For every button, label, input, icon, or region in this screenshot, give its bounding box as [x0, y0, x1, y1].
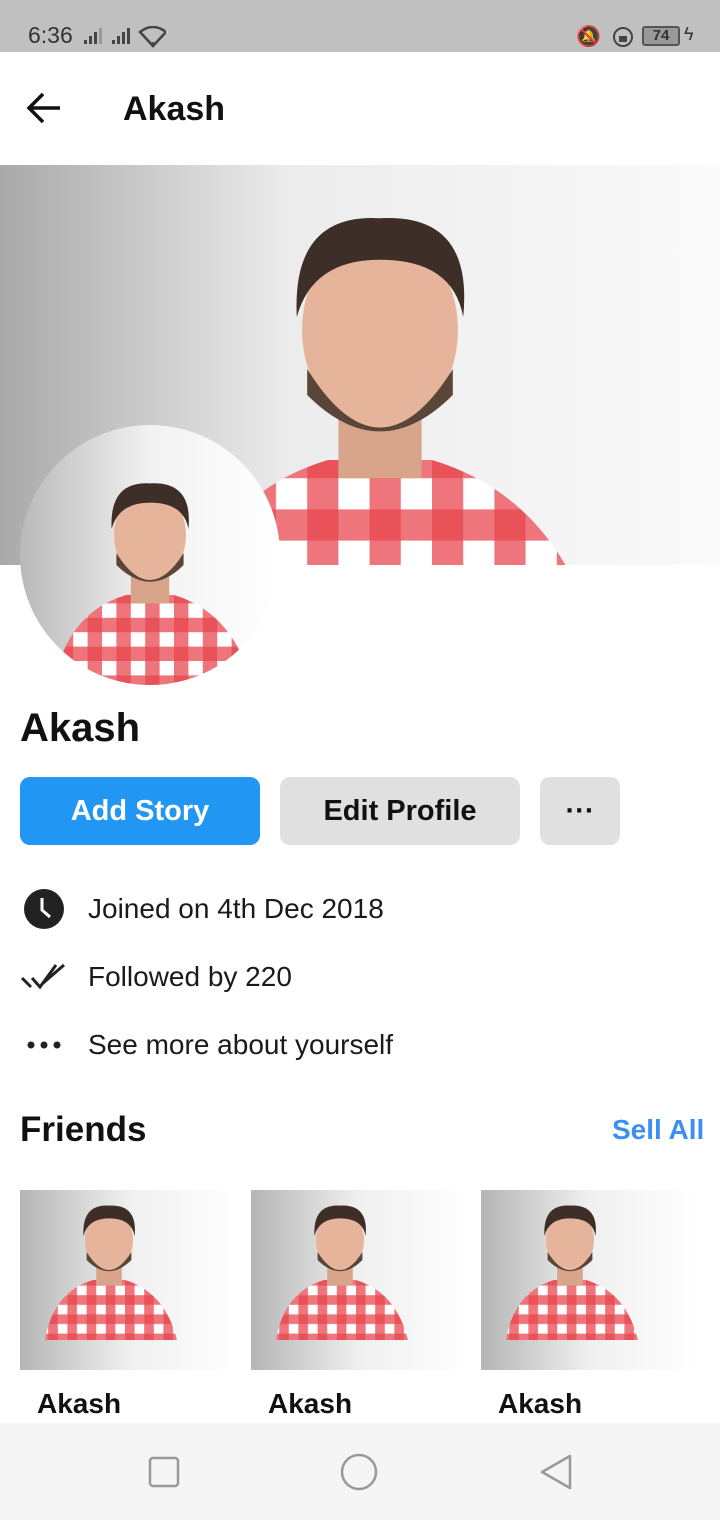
clock-icon [20, 885, 68, 933]
system-nav-bar [0, 1423, 720, 1520]
friend-photo [481, 1190, 699, 1370]
more-options-button[interactable]: ··· [540, 777, 620, 845]
charging-icon: ϟ [684, 24, 694, 44]
friend-name: Akash [37, 1388, 122, 1419]
info-text: Joined on 4th Dec 2018 [88, 893, 384, 924]
page-title: Akash [123, 90, 226, 128]
status-bar: 6:36 🔕 74 ϟ [0, 0, 720, 52]
double-check-icon [20, 953, 68, 1001]
info-text: Followed by 220 [88, 961, 292, 992]
app-header: Akash [0, 52, 720, 165]
avatar[interactable] [20, 425, 280, 685]
info-text[interactable]: See more about yourself [88, 1029, 393, 1061]
friend-card[interactable]: Akash [251, 1190, 469, 1423]
friend-photo [20, 1190, 238, 1370]
add-story-button[interactable]: Add Story [20, 777, 260, 845]
edit-profile-button[interactable]: Edit Profile [280, 777, 520, 845]
see-all-friends-link[interactable]: Sell All [612, 1114, 704, 1146]
rotation-lock-icon [613, 27, 633, 47]
more-horizontal-icon [20, 1021, 68, 1069]
home-circle-icon[interactable] [340, 1453, 378, 1491]
vibrate-icon: 🔕 [576, 26, 601, 48]
friend-name: Akash [268, 1388, 353, 1419]
signal-wifi-icons [84, 26, 166, 48]
back-triangle-icon[interactable] [538, 1453, 574, 1491]
profile-name: Akash [20, 706, 141, 750]
arrow-left-icon[interactable] [26, 91, 64, 125]
friends-heading: Friends [20, 1110, 147, 1149]
friend-card[interactable]: Akash [481, 1190, 699, 1423]
info-followers: Followed by 220 [20, 952, 292, 1002]
info-joined: Joined on 4th Dec 2018 [20, 884, 384, 934]
battery-icon: 74 [642, 26, 680, 46]
friend-photo [251, 1190, 469, 1370]
friend-name: Akash [498, 1388, 583, 1419]
recents-square-icon[interactable] [148, 1456, 180, 1488]
status-time: 6:36 [28, 22, 73, 48]
friend-card[interactable]: Akash [20, 1190, 238, 1423]
info-see-more[interactable]: See more about yourself [20, 1020, 393, 1070]
